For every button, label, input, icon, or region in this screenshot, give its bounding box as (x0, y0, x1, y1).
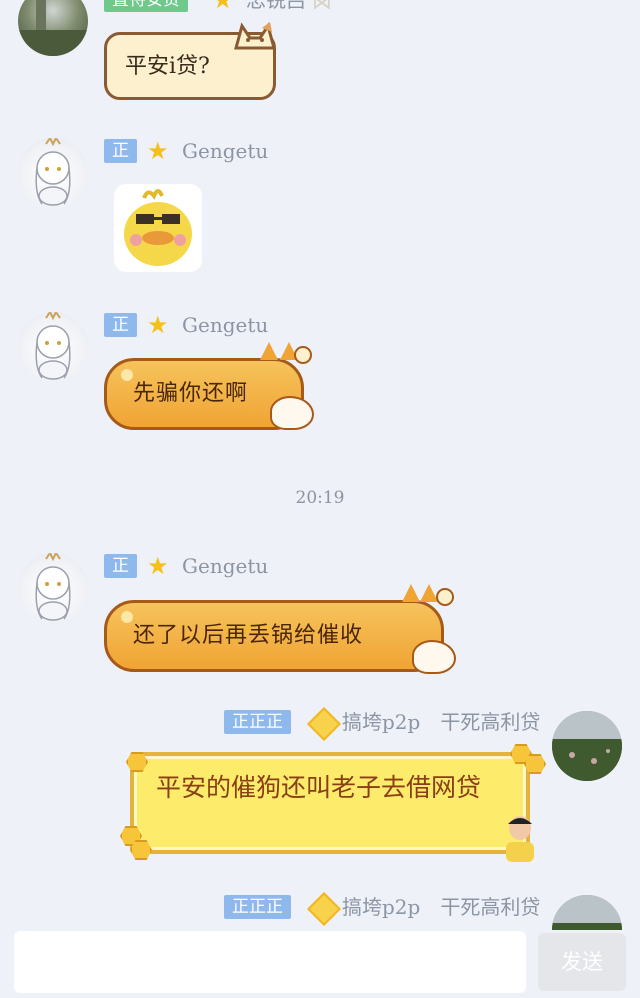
diamond-icon (307, 892, 341, 926)
anime-avatar-icon (35, 553, 71, 621)
corgi-ear-icon (260, 342, 278, 360)
sender-name[interactable]: Gengetu (182, 554, 268, 578)
corgi-ear-icon (420, 584, 438, 602)
timestamp: 20:19 (295, 488, 345, 508)
bubble-dot-icon (436, 588, 454, 606)
member-badge: 正 (104, 139, 137, 163)
message-bubble[interactable]: 平安的催狗还叫老子去借网贷 (130, 752, 530, 854)
sender-name[interactable]: 忠锐吕 (246, 0, 306, 12)
member-badge: 正 (104, 313, 137, 337)
bow-icon: ⋈ (312, 0, 332, 14)
diamond-icon (307, 707, 341, 741)
star-icon: ★ (147, 137, 169, 165)
corgi-face-icon (412, 640, 456, 674)
avatar[interactable] (18, 312, 88, 382)
member-badge: 正正正 (224, 895, 291, 919)
portrait-sticker-icon (502, 812, 538, 864)
message-text: 平安i贷? (125, 54, 210, 79)
star-icon: ★ (147, 311, 169, 339)
member-badge: 正 (104, 554, 137, 578)
message-bubble[interactable]: 还了以后再丢锅给催收 (104, 600, 444, 672)
corgi-ear-icon (402, 584, 420, 602)
field-photo-avatar-icon (552, 711, 622, 781)
star-icon: ★ (147, 552, 169, 580)
anime-avatar-icon (35, 138, 71, 206)
avatar[interactable] (18, 553, 88, 623)
corgi-face-icon (270, 396, 314, 430)
duck-sticker-icon (124, 189, 192, 266)
photo-avatar-icon (18, 0, 88, 56)
sender-name[interactable]: Gengetu (182, 139, 268, 163)
anime-avatar-icon (35, 312, 71, 380)
cat-ears-icon (234, 22, 276, 50)
sender-name[interactable]: 搞垮p2p 干死高利贷 (342, 895, 540, 919)
sender-name[interactable]: Gengetu (182, 313, 268, 337)
message-text: 还了以后再丢锅给催收 (133, 623, 364, 648)
avatar[interactable] (18, 0, 88, 56)
star-icon: ★ (212, 0, 234, 14)
message-text: 先骗你还啊 (133, 381, 249, 406)
sender-name[interactable]: 搞垮p2p 干死高利贷 (342, 710, 540, 734)
bubble-dot-icon (294, 346, 312, 364)
member-badge: 正正正 (224, 710, 291, 734)
duck-sticker[interactable] (114, 184, 202, 272)
avatar[interactable] (552, 711, 622, 781)
member-badge: 置待安贷 (104, 0, 188, 12)
message-text: 平安的催狗还叫老子去借网贷 (156, 773, 482, 802)
message-input[interactable] (14, 931, 526, 993)
send-button[interactable]: 发送 (538, 933, 626, 991)
avatar[interactable] (18, 138, 88, 208)
